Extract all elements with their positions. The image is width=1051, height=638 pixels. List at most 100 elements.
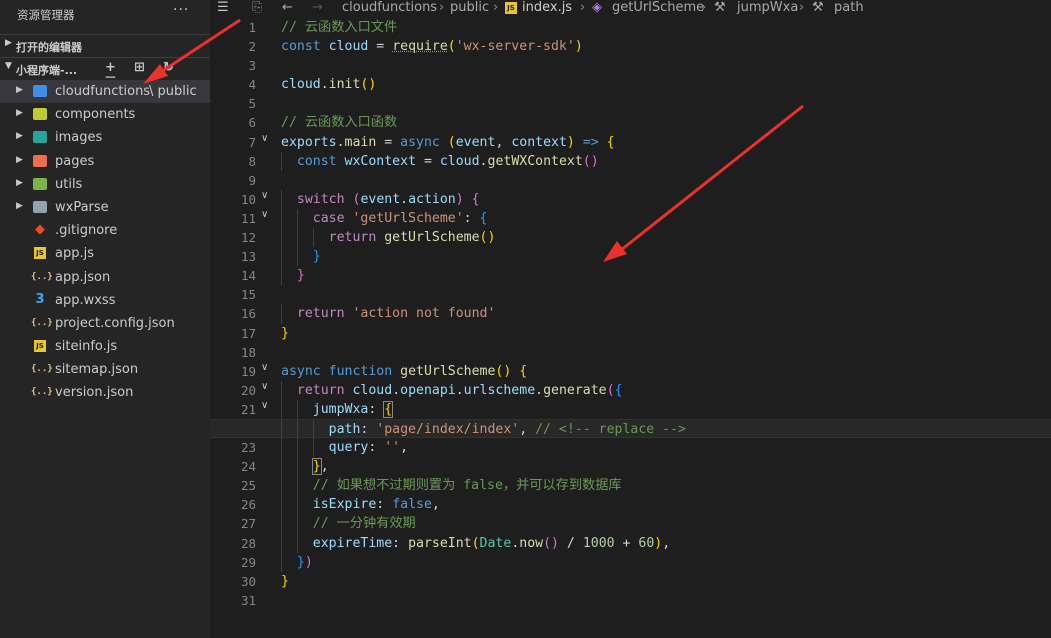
line-number: 13 [240, 249, 256, 265]
tree-file[interactable]: {..} sitemap.json [0, 358, 210, 381]
wrench-icon: ⚒ [812, 0, 824, 15]
components-folder-icon [33, 108, 47, 121]
line-number: 10 [240, 191, 256, 207]
indent-guide [281, 476, 282, 496]
fold-chevron-icon[interactable]: ∨ [261, 133, 268, 144]
code-line: cloud.init() [281, 77, 377, 93]
forward-icon[interactable]: → [312, 0, 323, 15]
new-folder-icon[interactable]: ⊞ [125, 60, 154, 75]
project-section[interactable]: ▼ 小程序端-... +⊞↻☰ [0, 57, 210, 90]
line-number: 16 [240, 306, 256, 322]
tree-folder[interactable]: ▶ wxParse [0, 196, 210, 219]
code-line: } [281, 325, 289, 341]
indent-guide [281, 228, 282, 248]
open-editors-section[interactable]: ▶ 打开的编辑器 [0, 34, 210, 57]
tree-folder[interactable]: ▶ components [0, 103, 210, 126]
json-file-icon: {..} [31, 364, 53, 375]
code-line: } [281, 266, 1051, 286]
fold-chevron-icon[interactable]: ∨ [261, 190, 268, 201]
line-number: 18 [240, 344, 256, 360]
breadcrumb-item[interactable]: public [450, 0, 489, 15]
breadcrumb-file-label: index.js [522, 0, 573, 15]
js-file-icon: JS [505, 2, 517, 14]
chevron-right-icon: › [439, 0, 445, 15]
fold-chevron-icon[interactable]: ∨ [261, 362, 268, 373]
tree-item-label: pages [55, 153, 95, 169]
line-number: 1 [248, 20, 256, 35]
chevron-right-icon: ▶ [16, 200, 23, 211]
code-line: async function getUrlScheme() { [281, 363, 528, 379]
more-actions-icon[interactable]: ··· [173, 2, 189, 18]
line-number: 12 [240, 230, 256, 246]
tree-folder[interactable]: ▶ pages [0, 150, 210, 173]
git-icon: ◆ [35, 222, 45, 238]
breadcrumb-item-file[interactable]: JS index.js [505, 0, 572, 15]
line-number: 27 [240, 516, 256, 532]
explorer-header: 资源管理器 ··· [0, 0, 210, 30]
line-number: 20 [240, 382, 256, 398]
images-folder-icon [33, 131, 47, 144]
indent-guide [297, 399, 298, 419]
tree-item-label: sitemap.json [55, 362, 139, 378]
breadcrumb-item[interactable]: getUrlScheme [612, 0, 704, 15]
js-file-icon: JS [34, 247, 46, 260]
breadcrumb-item[interactable]: jumpWxa [737, 0, 798, 15]
indent-guide [313, 228, 314, 248]
tree-file[interactable]: JS app.js [0, 242, 210, 265]
folder-icon [33, 200, 47, 213]
indent-guide [313, 419, 314, 440]
breadcrumb-item[interactable]: path [834, 0, 864, 15]
pages-folder-icon [33, 154, 47, 167]
line-number: 28 [240, 535, 256, 551]
indent-guide [297, 247, 298, 267]
indent-guide [281, 552, 282, 572]
tree-item-label: cloudfunctions [55, 84, 151, 99]
tree-file[interactable]: {..} project.config.json [0, 312, 210, 335]
tree-file[interactable]: 3 app.wxss [0, 289, 210, 312]
code-line: isExpire: false, [281, 495, 1051, 515]
breadcrumb: ☰ ⎘ ← → cloudfunctions › public › JS inde… [210, 0, 1051, 17]
code-area[interactable]: // 云函数入口文件 const cloud = require('wx-ser… [210, 18, 1051, 610]
code-editor[interactable]: 1 2 3 4 5 6 7 ∨ 8 9 10 ∨ 11 ∨ 12 13 14 15 16 17 18 19 ∨ 20 ∨ 21 ∨ 2… [210, 18, 1051, 638]
code-line: expireTime: parseInt(Date.now() / 1000 +… [281, 533, 1051, 553]
chevron-right-icon: › [701, 0, 707, 15]
new-file-icon[interactable]: + [96, 60, 125, 75]
chevron-right-icon: ▶ [16, 177, 23, 188]
code-line-current: path: 'page/index/index', // <!-- replac… [210, 418, 1051, 440]
indent-guide [297, 419, 298, 440]
line-number: 2 [248, 39, 256, 55]
tree-folder[interactable]: ▶ images [0, 126, 210, 149]
code-line: const cloud = require('wx-server-sdk') [281, 39, 583, 55]
tree-folder[interactable]: ▶ utils [0, 173, 210, 196]
project-label: 小程序端-... [16, 64, 78, 77]
menu-icon[interactable]: ☰ [217, 0, 229, 15]
back-icon[interactable]: ← [282, 0, 293, 15]
line-number: 29 [240, 554, 256, 570]
breadcrumb-item[interactable]: cloudfunctions [342, 0, 437, 15]
bookmark-icon[interactable]: ⎘ [252, 0, 262, 15]
tree-folder[interactable]: ▶ cloudfunctions \ public [0, 80, 210, 104]
fold-chevron-icon[interactable]: ∨ [261, 381, 268, 392]
tree-item-label: wxParse [55, 199, 109, 215]
refresh-icon[interactable]: ↻ [154, 60, 183, 75]
tree-file[interactable]: ◆ .gitignore [0, 219, 210, 242]
code-line: // 云函数入口函数 [281, 115, 398, 131]
tree-file[interactable]: {..} version.json [0, 381, 210, 404]
chevron-right-icon: ▶ [16, 85, 23, 95]
json-file-icon: {..} [31, 387, 53, 398]
indent-guide [281, 151, 282, 171]
indent-guide [281, 247, 282, 267]
indent-guide [281, 304, 282, 324]
tree-file[interactable]: {..} app.json [0, 266, 210, 289]
chevron-right-icon: ▶ [16, 108, 23, 119]
line-number: 9 [248, 172, 256, 188]
chevron-right-icon: › [799, 0, 805, 15]
line-number: 14 [240, 268, 256, 284]
code-line: // 云函数入口文件 [281, 20, 398, 35]
tree-file[interactable]: JS siteinfo.js [0, 335, 210, 358]
fold-chevron-icon[interactable]: ∨ [261, 209, 268, 220]
chevron-down-icon: ▼ [5, 61, 12, 71]
fold-chevron-icon[interactable]: ∨ [261, 400, 268, 411]
